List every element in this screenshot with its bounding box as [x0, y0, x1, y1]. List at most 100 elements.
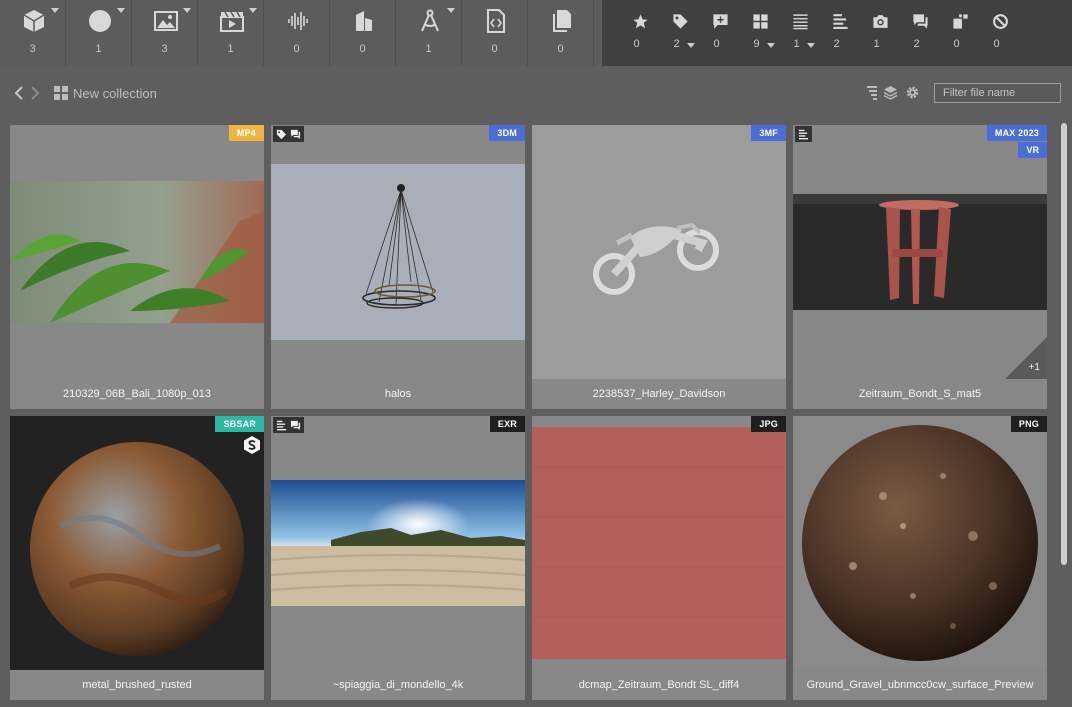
cube-3d-icon	[23, 10, 45, 32]
chevron-down-icon[interactable]	[767, 43, 775, 48]
card-flags	[795, 126, 812, 142]
gear-icon[interactable]	[905, 85, 920, 100]
compass-drafting-icon	[421, 9, 439, 32]
forward-arrow-icon[interactable]	[28, 85, 42, 101]
camera-icon	[873, 15, 888, 28]
asset-card[interactable]: 3DM halos	[271, 125, 525, 409]
substance-logo-icon	[244, 436, 260, 454]
asset-card[interactable]: EXR ~spiaggia_di_mondello_4k	[271, 416, 525, 700]
asset-name: dcmap_Zeitraum_Bondt SL_diff4	[578, 679, 740, 691]
audio-wave-icon	[288, 12, 308, 30]
chevron-down-icon[interactable]	[51, 8, 59, 13]
list-lines-icon	[793, 14, 808, 30]
card-flags	[273, 417, 304, 433]
count-label: 1	[227, 43, 234, 55]
back-arrow-icon[interactable]	[12, 85, 26, 101]
count-label: 2	[833, 38, 840, 50]
filter-images-button[interactable]: 3	[132, 0, 198, 66]
card-flags	[273, 126, 304, 142]
filter-file-name-input[interactable]	[934, 83, 1061, 103]
filter-materials-button[interactable]: 1	[66, 0, 132, 66]
file-type-badge: MP4	[228, 125, 264, 141]
metadata-filters: 0 2 0 9 1 2 1 2 0 0	[602, 0, 1072, 66]
asset-name: 2238537_Harley_Davidson	[592, 388, 726, 400]
filter-snapshots-button[interactable]: 1	[860, 0, 900, 66]
layers-icon[interactable]	[883, 85, 898, 100]
count-label: 0	[633, 38, 640, 50]
grid-layout-icon	[753, 14, 768, 29]
filter-tags-button[interactable]: 2	[660, 0, 700, 66]
blocked-icon	[993, 14, 1008, 29]
chevron-down-icon[interactable]	[249, 8, 257, 13]
filter-notes-button[interactable]: 2	[820, 0, 860, 66]
missing-preview-icon	[953, 14, 968, 29]
filter-code-button[interactable]: 0	[462, 0, 528, 66]
video-thumbnail	[10, 181, 264, 323]
filter-videos-button[interactable]: 1	[198, 0, 264, 66]
filter-collections-button[interactable]: 9	[740, 0, 780, 66]
chevron-down-icon[interactable]	[447, 8, 455, 13]
asset-card[interactable]: 3MF 2238537_Harley_Davidson	[532, 125, 786, 409]
count-label: 0	[557, 43, 564, 55]
count-label: 0	[713, 38, 720, 50]
asset-name: Ground_Gravel_ubnmcc0cw_surface_Preview	[806, 679, 1034, 691]
asset-card[interactable]: SBSAR metal_brushed_rusted	[10, 416, 264, 700]
hdri-thumbnail	[271, 480, 525, 606]
sphere-material-icon	[89, 10, 111, 32]
documents-icon	[553, 10, 571, 32]
top-toolbar: 3 1 3 1 0 0 1 0 0 0 2 0 9 1 2 1 2 0 0	[0, 0, 1072, 66]
file-type-badge: 3DM	[489, 125, 525, 141]
asset-card[interactable]: PNG Ground_Gravel_ubnmcc0cw_surface_Prev…	[793, 416, 1047, 700]
star-icon	[633, 14, 648, 29]
comments-icon	[913, 14, 928, 29]
filter-comments-button[interactable]: 2	[900, 0, 940, 66]
align-left-icon	[833, 14, 848, 29]
file-type-badge: MAX 2023	[986, 125, 1047, 141]
asset-name: halos	[384, 388, 412, 400]
collection-title[interactable]: New collection	[73, 86, 157, 101]
extra-count: +1	[1028, 362, 1040, 373]
filter-missing-preview-button[interactable]: 0	[940, 0, 980, 66]
tag-icon	[276, 129, 287, 139]
chevron-down-icon[interactable]	[183, 8, 191, 13]
asset-name: metal_brushed_rusted	[82, 679, 192, 691]
filter-audio-button[interactable]: 0	[264, 0, 330, 66]
comment-icon	[290, 129, 301, 139]
count-label: 3	[29, 43, 36, 55]
count-label: 0	[359, 43, 366, 55]
filter-lists-button[interactable]: 1	[780, 0, 820, 66]
asset-name: Zeitraum_Bondt_S_mat5	[858, 388, 982, 400]
count-label: 1	[95, 43, 102, 55]
chevron-down-icon[interactable]	[687, 43, 695, 48]
image-icon	[154, 11, 178, 31]
add-comment-icon	[713, 14, 728, 29]
filter-favorites-button[interactable]: 0	[620, 0, 660, 66]
more-versions-corner[interactable]	[1005, 337, 1047, 379]
filter-documents-button[interactable]: 0	[528, 0, 594, 66]
file-type-badge: SBSAR	[215, 416, 264, 432]
asset-card[interactable]: JPG dcmap_Zeitraum_Bondt SL_diff4	[532, 416, 786, 700]
comment-icon	[290, 420, 301, 430]
filter-drawings-button[interactable]: 1	[396, 0, 462, 66]
filter-3d-models-button[interactable]: 3	[0, 0, 66, 66]
texture-thumbnail	[532, 427, 786, 659]
count-label: 0	[293, 43, 300, 55]
chevron-down-icon[interactable]	[807, 43, 815, 48]
count-label: 0	[491, 43, 498, 55]
sort-icon[interactable]	[864, 85, 879, 100]
texture-thumbnail	[793, 416, 1047, 670]
filter-hidden-button[interactable]: 0	[980, 0, 1020, 66]
filter-architecture-button[interactable]: 0	[330, 0, 396, 66]
model-thumbnail	[532, 125, 786, 379]
chevron-down-icon[interactable]	[117, 8, 125, 13]
asset-type-filters: 3 1 3 1 0 0 1 0 0	[0, 0, 602, 66]
model-thumbnail	[271, 164, 525, 340]
count-label: 1	[873, 38, 880, 50]
asset-card[interactable]: MP4 210329_06B_Bali_1080p_013	[10, 125, 264, 409]
asset-name: ~spiaggia_di_mondello_4k	[332, 679, 464, 691]
filter-annotations-button[interactable]: 0	[700, 0, 740, 66]
scrollbar[interactable]	[1061, 123, 1067, 565]
count-label: 1	[425, 43, 432, 55]
video-clapper-icon	[220, 11, 244, 32]
asset-card[interactable]: MAX 2023 VR +1 Zeitraum_Bondt_S_mat5	[793, 125, 1047, 409]
